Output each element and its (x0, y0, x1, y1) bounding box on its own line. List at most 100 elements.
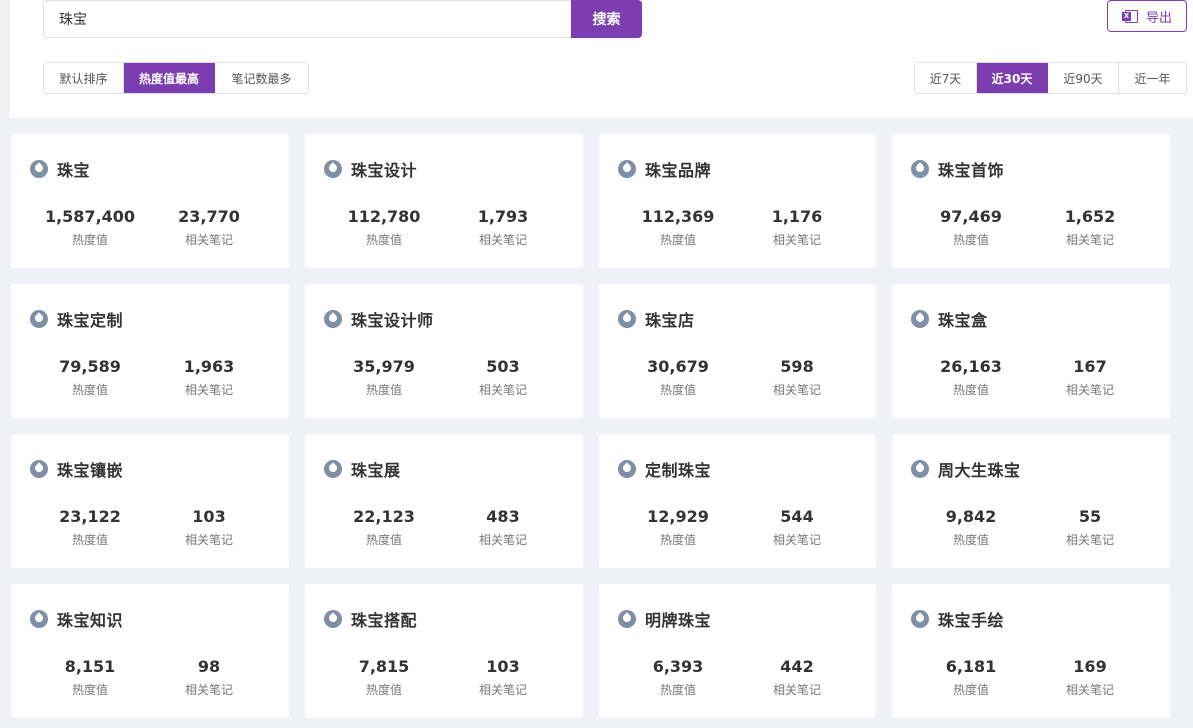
heat-label: 热度值 (952, 383, 989, 397)
notes-label: 相关笔记 (184, 233, 233, 247)
keyword-card[interactable]: 珠宝知识 8,151 热度值 98 相关笔记 (11, 584, 289, 718)
notes-value: 483 (486, 507, 520, 526)
drop-icon (911, 460, 929, 478)
heat-value: 12,929 (647, 507, 709, 526)
notes-value: 98 (197, 657, 221, 676)
notes-label: 相关笔记 (772, 383, 821, 397)
heat-label: 热度值 (952, 683, 989, 697)
export-button[interactable]: X 导出 (1107, 0, 1187, 32)
time-1-year[interactable]: 近一年 (1119, 63, 1186, 93)
heat-label: 热度值 (71, 533, 108, 547)
notes-label: 相关笔记 (184, 533, 233, 547)
notes-label: 相关笔记 (478, 383, 527, 397)
heat-value: 26,163 (940, 357, 1002, 376)
notes-label: 相关笔记 (1065, 683, 1114, 697)
notes-label: 相关笔记 (478, 233, 527, 247)
notes-label: 相关笔记 (478, 683, 527, 697)
notes-label: 相关笔记 (1065, 533, 1114, 547)
heat-value: 79,589 (59, 357, 121, 376)
keyword-card[interactable]: 珠宝手绘 6,181 热度值 169 相关笔记 (892, 584, 1170, 718)
keyword-card[interactable]: 珠宝 1,587,400 热度值 23,770 相关笔记 (11, 134, 289, 268)
heat-value: 97,469 (940, 207, 1002, 226)
keyword-card[interactable]: 珠宝设计师 35,979 热度值 503 相关笔记 (305, 284, 583, 418)
keyword-card[interactable]: 珠宝品牌 112,369 热度值 1,176 相关笔记 (599, 134, 876, 268)
heat-label: 热度值 (659, 383, 696, 397)
notes-value: 1,176 (771, 207, 823, 226)
drop-icon (618, 610, 636, 628)
search-input[interactable] (43, 0, 572, 38)
heat-value: 6,393 (652, 657, 704, 676)
drop-icon (30, 460, 48, 478)
keyword-card[interactable]: 明牌珠宝 6,393 热度值 442 相关笔记 (599, 584, 876, 718)
keyword-title: 珠宝品牌 (645, 161, 712, 180)
drop-icon (618, 310, 636, 328)
keyword-card[interactable]: 珠宝镶嵌 23,122 热度值 103 相关笔记 (11, 434, 289, 568)
drop-icon (911, 610, 929, 628)
heat-label: 热度值 (71, 233, 108, 247)
heat-value: 9,842 (945, 507, 997, 526)
sort-by-heat[interactable]: 热度值最高 (124, 63, 215, 93)
notes-label: 相关笔记 (184, 383, 233, 397)
keyword-card[interactable]: 周大生珠宝 9,842 热度值 55 相关笔记 (892, 434, 1170, 568)
drop-icon (324, 310, 342, 328)
keyword-title: 珠宝展 (351, 461, 401, 480)
notes-label: 相关笔记 (772, 683, 821, 697)
sort-options: 默认排序 热度值最高 笔记数最多 (43, 62, 309, 94)
keyword-title: 珠宝设计师 (351, 311, 434, 330)
drop-icon (30, 160, 48, 178)
time-range-options: 近7天 近30天 近90天 近一年 (914, 62, 1187, 94)
heat-value: 112,780 (347, 207, 421, 226)
keyword-card[interactable]: 定制珠宝 12,929 热度值 544 相关笔记 (599, 434, 876, 568)
keyword-title: 珠宝 (57, 161, 91, 180)
notes-value: 1,963 (183, 357, 235, 376)
heat-label: 热度值 (365, 533, 402, 547)
notes-value: 167 (1073, 357, 1107, 376)
keyword-card[interactable]: 珠宝设计 112,780 热度值 1,793 相关笔记 (305, 134, 583, 268)
heat-label: 热度值 (71, 383, 108, 397)
heat-value: 22,123 (353, 507, 415, 526)
heat-label: 热度值 (952, 233, 989, 247)
heat-value: 8,151 (64, 657, 116, 676)
time-7-days[interactable]: 近7天 (915, 63, 977, 93)
notes-label: 相关笔记 (772, 533, 821, 547)
notes-value: 442 (780, 657, 814, 676)
heat-label: 热度值 (365, 233, 402, 247)
time-30-days[interactable]: 近30天 (977, 63, 1048, 93)
export-label: 导出 (1145, 10, 1172, 26)
heat-value: 35,979 (353, 357, 415, 376)
keyword-title: 明牌珠宝 (645, 611, 712, 630)
sort-by-notes[interactable]: 笔记数最多 (215, 63, 308, 93)
excel-icon: X (1121, 9, 1138, 23)
time-90-days[interactable]: 近90天 (1048, 63, 1119, 93)
keyword-card-grid: 珠宝 1,587,400 热度值 23,770 相关笔记 珠宝设计 112,78… (11, 134, 1171, 718)
keyword-title: 周大生珠宝 (938, 461, 1021, 480)
notes-label: 相关笔记 (1065, 233, 1114, 247)
keyword-title: 珠宝首饰 (938, 161, 1005, 180)
heat-label: 热度值 (659, 683, 696, 697)
sort-default[interactable]: 默认排序 (44, 63, 124, 93)
keyword-title: 珠宝搭配 (351, 611, 418, 630)
keyword-title: 珠宝知识 (57, 611, 124, 630)
keyword-card[interactable]: 珠宝店 30,679 热度值 598 相关笔记 (599, 284, 876, 418)
drop-icon (618, 160, 636, 178)
notes-label: 相关笔记 (478, 533, 527, 547)
notes-value: 55 (1078, 507, 1102, 526)
drop-icon (30, 310, 48, 328)
keyword-title: 珠宝设计 (351, 161, 418, 180)
notes-value: 103 (192, 507, 226, 526)
keyword-card[interactable]: 珠宝搭配 7,815 热度值 103 相关笔记 (305, 584, 583, 718)
heat-value: 1,587,400 (44, 207, 136, 226)
keyword-title: 定制珠宝 (645, 461, 712, 480)
search-button[interactable]: 搜索 (571, 0, 642, 38)
notes-value: 23,770 (178, 207, 240, 226)
keyword-card[interactable]: 珠宝定制 79,589 热度值 1,963 相关笔记 (11, 284, 289, 418)
keyword-card[interactable]: 珠宝展 22,123 热度值 483 相关笔记 (305, 434, 583, 568)
notes-label: 相关笔记 (1065, 383, 1114, 397)
heat-label: 热度值 (365, 383, 402, 397)
drop-icon (324, 460, 342, 478)
keyword-card[interactable]: 珠宝盒 26,163 热度值 167 相关笔记 (892, 284, 1170, 418)
notes-label: 相关笔记 (184, 683, 233, 697)
notes-label: 相关笔记 (772, 233, 821, 247)
drop-icon (911, 160, 929, 178)
keyword-card[interactable]: 珠宝首饰 97,469 热度值 1,652 相关笔记 (892, 134, 1170, 268)
